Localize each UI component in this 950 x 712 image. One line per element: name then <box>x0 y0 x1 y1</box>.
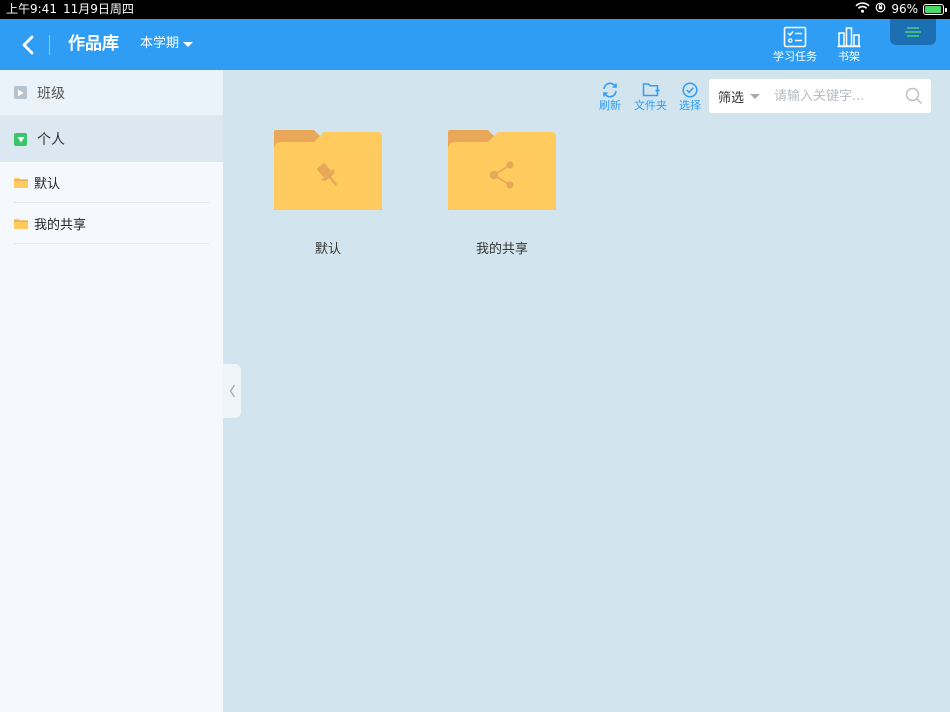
new-folder-label: 文件夹 <box>634 99 667 112</box>
expand-down-icon <box>14 132 27 146</box>
sidebar-item-my-share[interactable]: 我的共享 <box>0 203 223 244</box>
sidebar-collapse-handle[interactable] <box>223 364 241 418</box>
semester-dropdown[interactable]: 本学期 <box>140 36 194 52</box>
learning-task-button[interactable]: 学习任务 <box>773 26 817 63</box>
back-button[interactable] <box>14 31 42 59</box>
select-label: 选择 <box>679 99 701 112</box>
header-divider <box>49 35 50 55</box>
sidebar-group-class[interactable]: 班级 <box>0 70 223 116</box>
search-input[interactable] <box>774 88 899 104</box>
menu-icon <box>905 27 921 37</box>
sidebar-group-label: 班级 <box>37 85 65 102</box>
sidebar-item-label: 我的共享 <box>34 218 87 233</box>
refresh-button[interactable]: 刷新 <box>599 82 621 112</box>
folder-icon <box>14 219 28 229</box>
bookshelf-button[interactable]: 书架 <box>837 26 861 63</box>
sidebar-item-label: 默认 <box>34 177 61 192</box>
sidebar-item-default[interactable]: 默认 <box>0 162 223 203</box>
caret-down-icon <box>750 93 761 99</box>
filter-dropdown[interactable]: 筛选 <box>709 87 771 106</box>
task-list-icon <box>783 26 807 48</box>
menu-button[interactable] <box>890 19 936 45</box>
filter-search-bar: 筛选 <box>709 79 931 113</box>
status-bar: 上午9:41 11月9日周四 96% <box>0 0 950 19</box>
sidebar-group-label: 个人 <box>37 132 65 148</box>
folder-add-icon <box>642 83 659 97</box>
status-date: 11月9日周四 <box>63 2 134 16</box>
caret-down-icon <box>183 42 194 47</box>
folder-name: 我的共享 <box>475 242 528 257</box>
wifi-icon <box>855 0 870 19</box>
status-time: 上午9:41 <box>6 2 57 16</box>
refresh-label: 刷新 <box>599 99 621 112</box>
battery-percent: 96% <box>891 2 918 16</box>
sidebar: 班级 个人 默认 我的共享 <box>0 70 223 712</box>
folder-tile-default[interactable]: 默认 <box>263 130 393 262</box>
expand-right-icon <box>14 86 27 99</box>
bookshelf-label: 书架 <box>838 50 860 63</box>
folder-icon <box>274 130 382 210</box>
battery-nub <box>945 8 947 12</box>
filter-label: 筛选 <box>718 90 745 106</box>
semester-label: 本学期 <box>140 36 180 51</box>
bookshelf-icon <box>837 27 861 48</box>
app-header: 作品库 本学期 学习任务 书架 <box>0 19 950 70</box>
check-circle-icon <box>682 82 698 98</box>
learning-task-label: 学习任务 <box>773 50 817 63</box>
chevron-left-icon <box>229 384 235 398</box>
search-icon[interactable] <box>905 87 923 109</box>
page-title: 作品库 <box>68 34 119 54</box>
folder-tile-my-share[interactable]: 我的共享 <box>437 130 567 262</box>
folder-name: 默认 <box>314 242 341 257</box>
chevron-left-icon <box>22 35 34 55</box>
battery-fill <box>925 6 942 13</box>
sidebar-group-personal[interactable]: 个人 <box>0 116 223 162</box>
app-root: 上午9:41 11月9日周四 96% 作品库 本学期 学习任务 书架 班级 个人… <box>0 0 950 712</box>
folder-icon <box>448 130 556 210</box>
orientation-lock-icon <box>875 0 886 19</box>
refresh-icon <box>603 82 617 98</box>
status-indicators: 96% <box>855 0 947 19</box>
select-button[interactable]: 选择 <box>679 82 701 112</box>
new-folder-button[interactable]: 文件夹 <box>634 82 667 112</box>
folder-icon <box>14 178 28 188</box>
battery-icon <box>923 4 947 15</box>
